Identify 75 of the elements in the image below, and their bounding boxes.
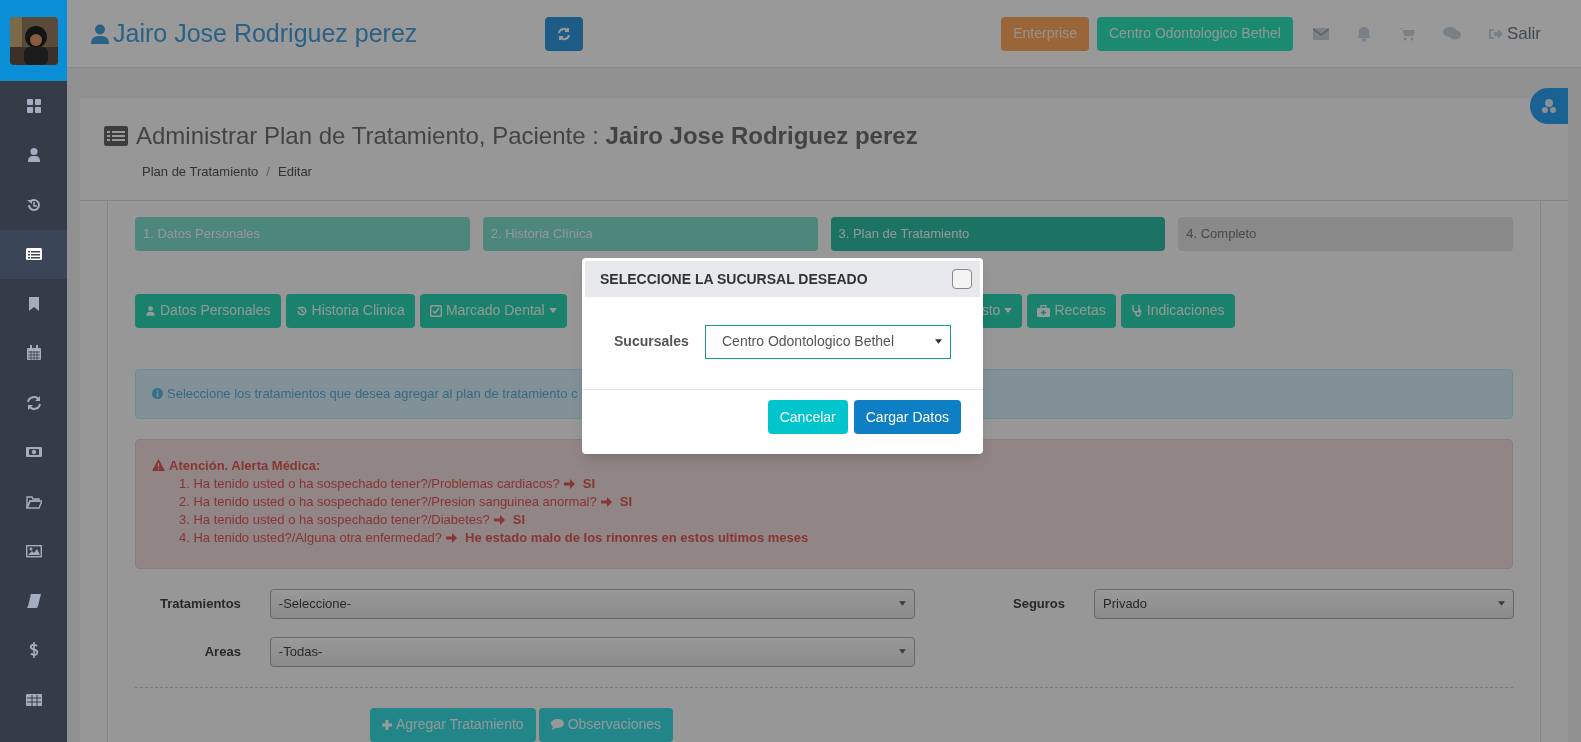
breadcrumb-link[interactable]: Plan de Tratamiento: [142, 162, 259, 182]
alert-question: 4. Ha tenido usted?/Alguna otra enfermedad?: [179, 529, 443, 547]
checkbox-icon: [429, 304, 442, 317]
alert-answer: He estado malo de los rinonres en estos ultimos meses: [465, 529, 809, 547]
field-label: Tratamientos: [158, 594, 241, 613]
action-button[interactable]: Observaciones: [538, 707, 673, 742]
kit-icon: [1037, 304, 1051, 317]
folder-icon: [25, 493, 42, 510]
alert-question: 1. Ha tenido usted o ha sospechado tener?/Problemas cardiacos?: [179, 475, 560, 493]
select-field[interactable]: Centro Odontologico Bethel: [705, 324, 951, 359]
alert-question: 2. Ha tenido usted o ha sospechado tener?/Presion sanguinea anormal?: [179, 493, 597, 511]
field-label: Sucursales: [614, 332, 689, 351]
refresh-icon: [25, 394, 42, 411]
settings-button[interactable]: [1530, 88, 1568, 124]
sidebar-item[interactable]: [0, 229, 67, 279]
logout-button[interactable]: Salir: [1489, 20, 1541, 47]
action-button[interactable]: Agregar Tratamiento: [370, 707, 536, 742]
caret-icon: [899, 601, 906, 606]
info-icon: [152, 388, 163, 399]
history-icon: [295, 304, 308, 317]
user-icon: [25, 147, 42, 164]
toolbar-button[interactable]: Historia Clinica: [285, 293, 415, 328]
select-field[interactable]: Privado: [1094, 588, 1514, 619]
user-icon: [91, 23, 109, 44]
toolbar-button[interactable]: Datos Personales: [135, 293, 281, 328]
table-icon: [25, 691, 42, 708]
arrow-icon: [493, 515, 505, 525]
toolbar-button[interactable]: Recetas: [1027, 293, 1116, 328]
arrow-icon: [563, 479, 575, 489]
select-field[interactable]: -Todas-: [269, 636, 915, 667]
breadcrumb-link[interactable]: Editar: [278, 162, 312, 182]
logout-icon: [1489, 27, 1503, 40]
toolbar-button[interactable]: Indicaciones: [1120, 293, 1235, 328]
alert-question: 3. Ha tenido usted o ha sospechado tener?/Diabetes?: [179, 511, 490, 529]
arrow-icon: [600, 497, 612, 507]
alert-answer: SI: [582, 475, 596, 493]
dashboard-icon: [25, 97, 42, 114]
dialog-button[interactable]: Cargar Datos: [853, 400, 961, 434]
wizard-step[interactable]: 1. Datos Personales: [135, 216, 470, 251]
refresh-icon: [557, 26, 572, 41]
dialog-button[interactable]: Cancelar: [767, 400, 848, 434]
caret-icon: [899, 649, 906, 654]
user-name: Jairo Jose Rodriguez perez: [113, 17, 418, 49]
page-title: Administrar Plan de Tratamiento, Paciente : Jairo Jose Rodriguez perez: [136, 121, 918, 151]
mail-icon[interactable]: [1313, 27, 1329, 40]
alert-answer: SI: [619, 493, 633, 511]
wizard-step[interactable]: 2. Historia Clínica: [482, 216, 818, 251]
history-icon: [25, 196, 42, 213]
wizard-step[interactable]: 3. Plan de Tratamiento: [830, 216, 1166, 251]
stethoscope-icon: [1130, 304, 1143, 317]
list-icon: [104, 126, 128, 146]
modal-title: SELECCIONE LA SUCURSAL DESEADO: [600, 269, 868, 289]
breadcrumb-separator: /: [266, 163, 270, 181]
field-label: Seguros: [1012, 594, 1065, 613]
clinic-button[interactable]: Centro Odontologico Bethel: [1097, 16, 1293, 51]
refresh-button[interactable]: [545, 16, 584, 51]
alert-answer: SI: [512, 511, 526, 529]
calendar-icon: [25, 345, 42, 362]
arrow-icon: [446, 533, 458, 543]
comment-icon: [550, 719, 564, 730]
field-label: Areas: [203, 642, 241, 661]
info-text: Seleccione los tratamientos que desea agregar al plan de tratamiento c: [167, 384, 578, 403]
caret-icon: [935, 339, 942, 344]
toolbar-button[interactable]: Marcado Dental: [419, 293, 567, 328]
caret-icon: [1498, 601, 1505, 606]
image-icon: [25, 543, 42, 560]
warning-icon: [152, 459, 165, 472]
select-field[interactable]: -Seleccione-: [269, 588, 915, 619]
wizard-step[interactable]: 4. Completo: [1178, 216, 1513, 251]
plus-icon: [382, 719, 392, 730]
plan-badge: Enterprise: [1001, 16, 1089, 51]
alert-title: Atención. Alerta Médica:: [169, 456, 321, 475]
close-button[interactable]: [952, 269, 972, 289]
user-icon: [145, 304, 156, 317]
list-icon: [25, 246, 42, 263]
